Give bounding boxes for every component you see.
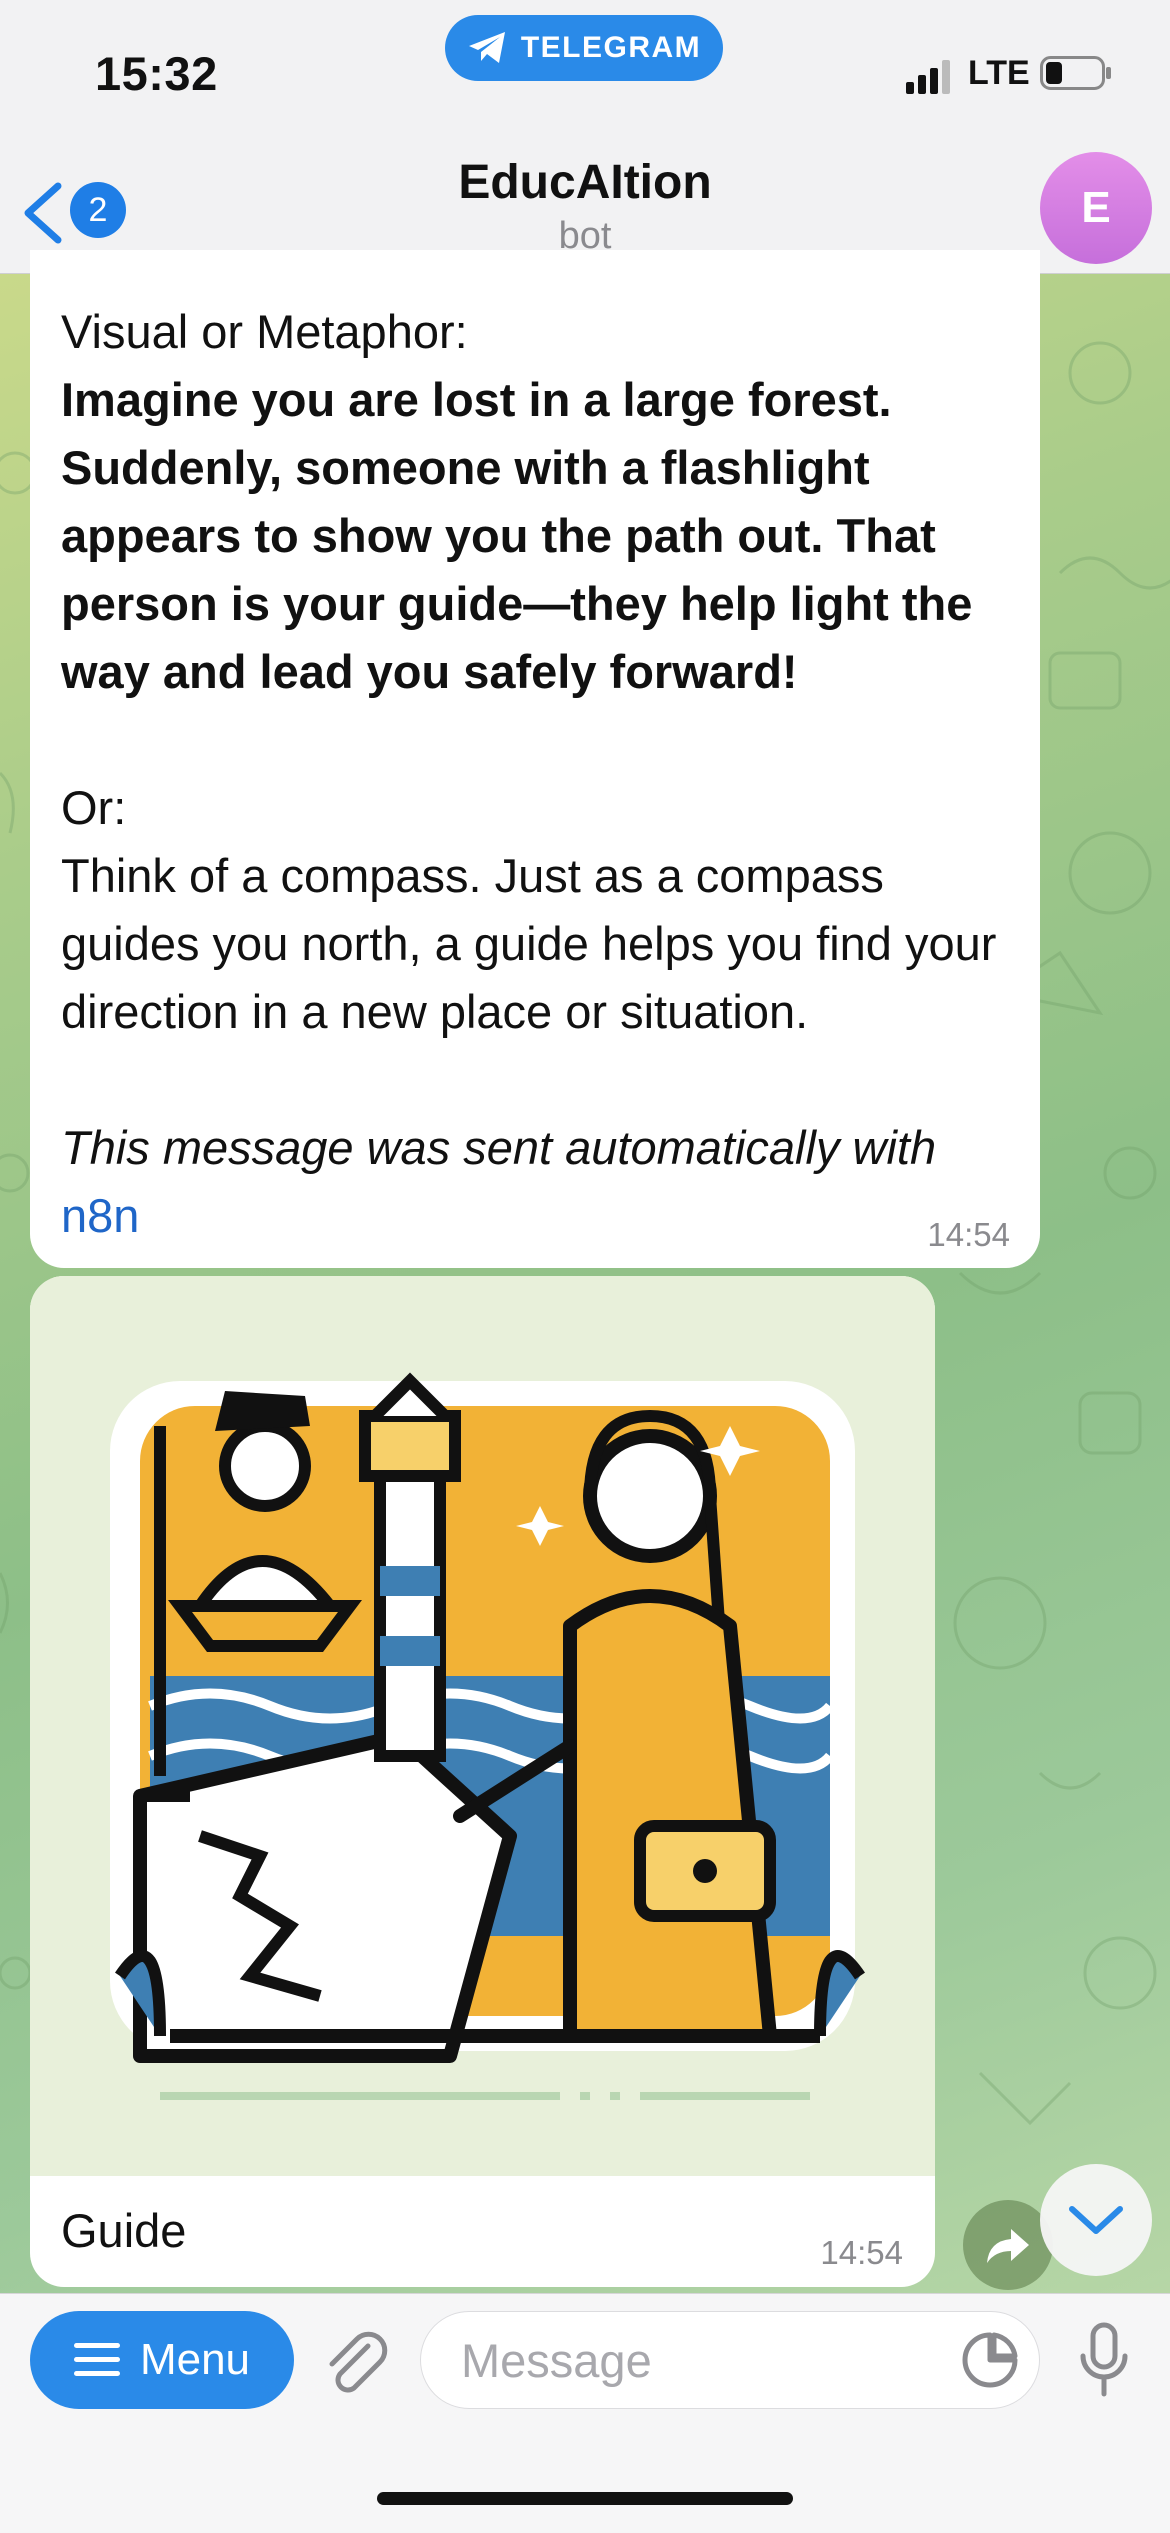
paperclip-icon[interactable] [320, 2326, 390, 2396]
message-bold-text: Imagine you are lost in a large forest. … [61, 373, 973, 698]
n8n-link[interactable]: n8n [61, 1189, 139, 1242]
menu-button[interactable]: Menu [30, 2311, 294, 2409]
status-time: 15:32 [95, 47, 218, 100]
photo-message-time: 14:54 [820, 2234, 903, 2271]
status-bar: 15:32 TELEGRAM LTE [0, 0, 1170, 140]
message-footer-text: This message was sent automatically with [61, 1121, 937, 1174]
signal-icon [906, 60, 950, 94]
home-indicator[interactable] [377, 2492, 793, 2505]
message-footer: This message was sent automatically with… [61, 1114, 1010, 1250]
hamburger-icon [73, 2343, 120, 2376]
message-time: 14:54 [927, 1216, 1010, 1253]
battery-icon [1040, 56, 1111, 90]
message-input[interactable]: Message [420, 2311, 1040, 2409]
photo-message-bubble[interactable]: Guide 14:54 [30, 1276, 935, 2287]
message-body-text: Think of a compass. Just as a compass gu… [61, 849, 997, 1038]
share-arrow-icon [987, 2229, 1029, 2263]
chevron-down-icon [1069, 2206, 1123, 2234]
telegram-plane-icon [468, 32, 505, 63]
scroll-to-bottom-button[interactable] [1040, 2164, 1152, 2276]
microphone-icon[interactable] [1078, 2322, 1130, 2398]
menu-label: Menu [139, 2335, 251, 2384]
guide-illustration-image[interactable] [30, 1276, 935, 2176]
network-label: LTE [968, 54, 1030, 92]
message-heading: Visual or Metaphor: [61, 305, 468, 358]
telegram-pill[interactable]: TELEGRAM [445, 15, 723, 81]
chat-title[interactable]: EducAItion [0, 155, 1170, 210]
sticker-icon[interactable] [960, 2330, 1020, 2390]
message-bubble[interactable]: Visual or Metaphor: Imagine you are lost… [30, 250, 1040, 1268]
avatar[interactable]: E [1040, 152, 1152, 264]
photo-caption: Guide [61, 2204, 187, 2257]
message-input-placeholder: Message [461, 2333, 652, 2387]
message-or-label: Or: [61, 781, 127, 834]
telegram-pill-label: TELEGRAM [520, 31, 702, 64]
